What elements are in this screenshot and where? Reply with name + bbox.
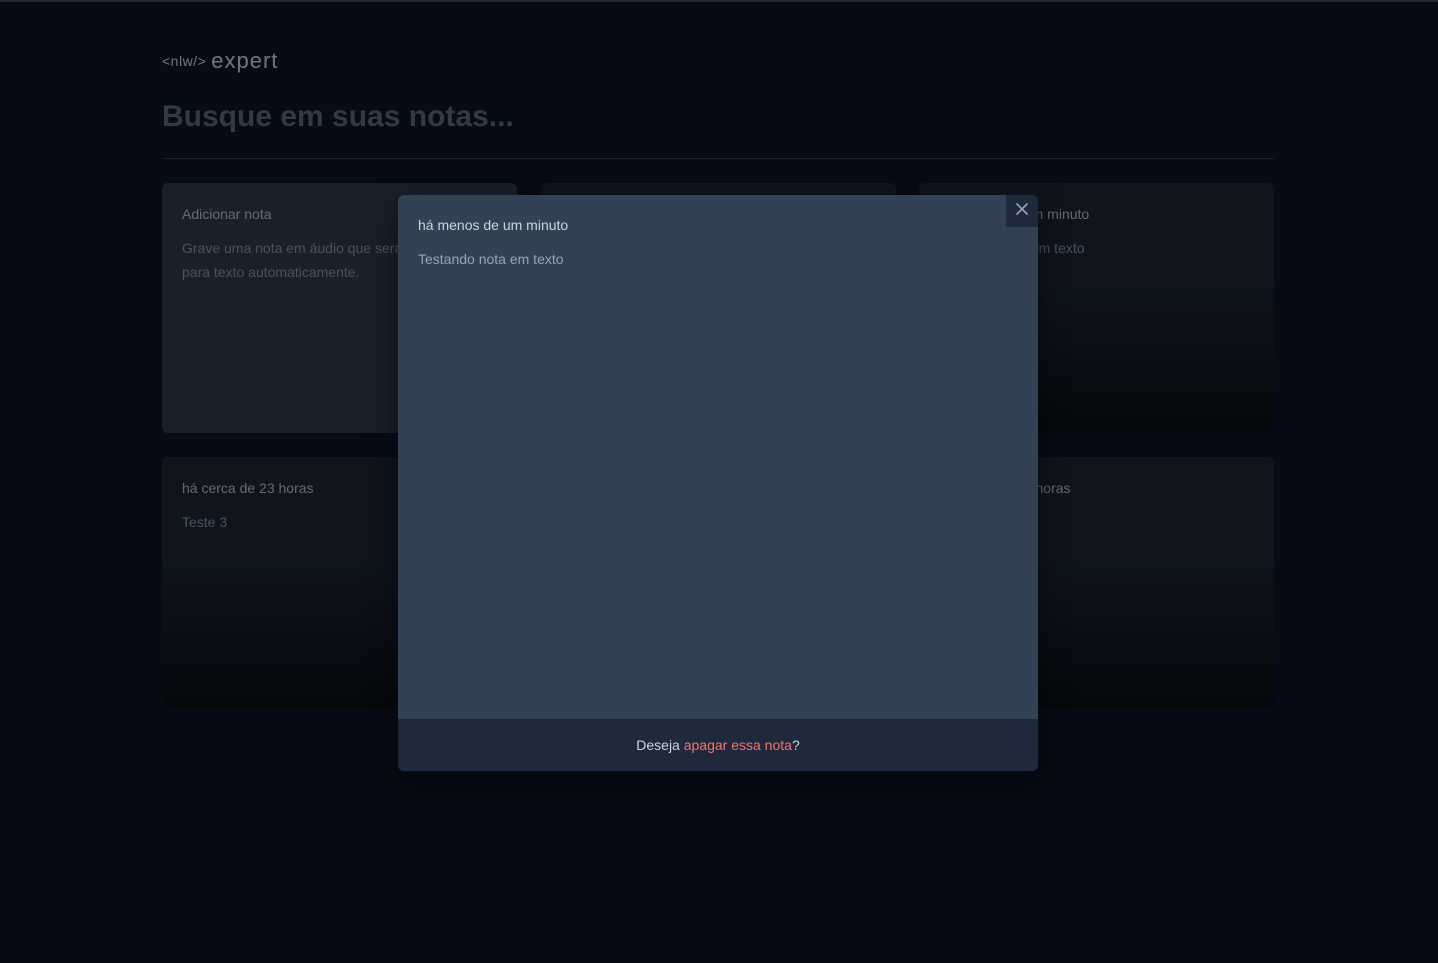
modal-title: há menos de um minuto [418,217,569,233]
modal-footer: Deseja apagar essa nota ? [398,719,1038,771]
x-icon [1014,201,1030,222]
footer-prefix: Deseja [636,737,684,753]
note-modal: há menos de um minuto Testando nota em t… [398,195,1038,771]
footer-suffix: ? [791,737,800,753]
close-button[interactable] [1006,195,1038,227]
delete-note-link[interactable]: apagar essa nota [684,737,792,753]
modal-body: Testando nota em texto [418,251,564,267]
